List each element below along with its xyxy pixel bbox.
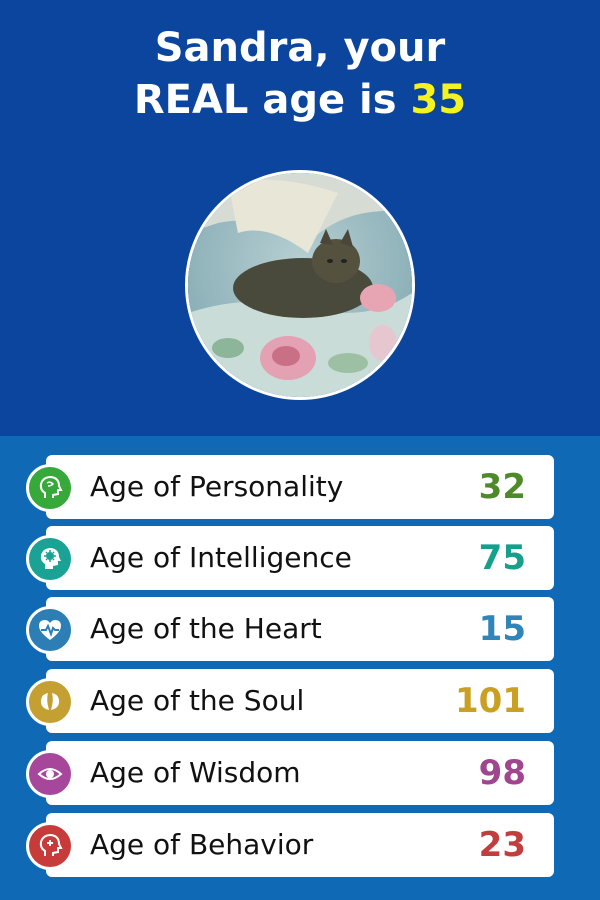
age-row-soul: Age of the Soul 101 [46,669,554,733]
age-row-personality: Age of Personality 32 [46,455,554,519]
age-value: 101 [455,681,526,721]
age-row-intelligence: Age of Intelligence 75 [46,526,554,590]
page-title: Sandra, your REAL age is 35 [0,22,600,126]
avatar [185,170,415,400]
age-label: Age of Wisdom [90,756,301,789]
age-value: 98 [478,753,526,793]
age-label: Age of Intelligence [90,541,352,574]
eye-icon [26,750,74,798]
age-label: Age of Personality [90,470,344,503]
soul-leaf-icon [26,678,74,726]
age-value: 32 [478,467,526,507]
head-icon [26,464,74,512]
header-section: Sandra, your REAL age is 35 [0,0,600,436]
behavior-head-icon [26,822,74,870]
cat-photo [188,173,412,397]
age-row-heart: Age of the Heart 15 [46,597,554,661]
brain-icon [26,535,74,583]
age-value: 75 [478,538,526,578]
age-value: 15 [478,609,526,649]
age-value: 23 [478,825,526,865]
title-line-1: Sandra, your [154,25,446,71]
real-age-value: 35 [410,77,467,123]
age-row-behavior: Age of Behavior 23 [46,813,554,877]
age-row-wisdom: Age of Wisdom 98 [46,741,554,805]
age-label: Age of Behavior [90,828,314,861]
age-label: Age of the Soul [90,684,305,717]
heart-pulse-icon [26,606,74,654]
title-line-2: REAL age is 35 [0,74,600,126]
title-line-2-prefix: REAL age is [133,77,411,123]
age-label: Age of the Heart [90,612,322,645]
